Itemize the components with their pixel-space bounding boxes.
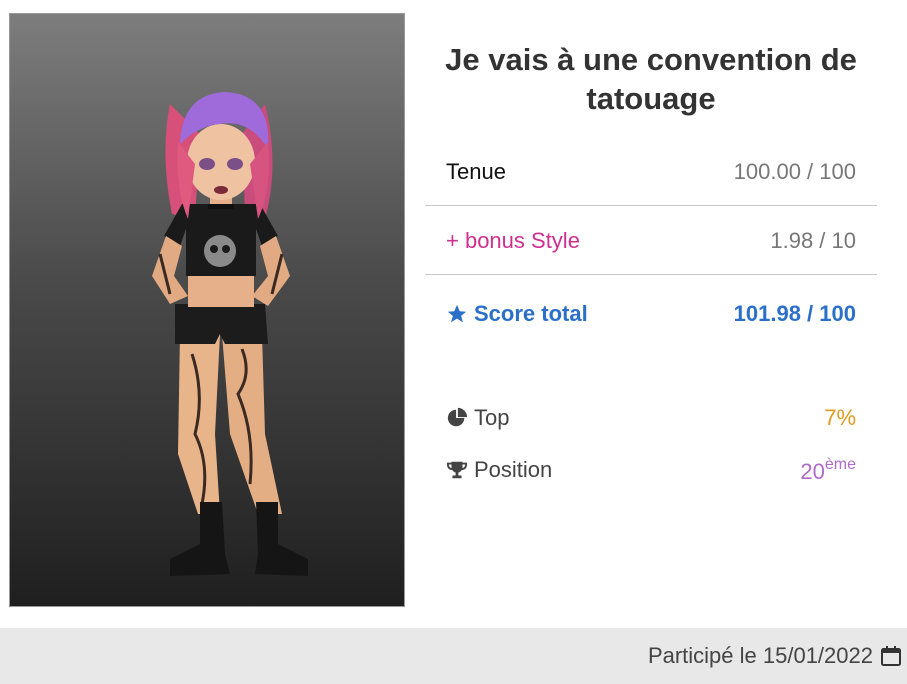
footer-bar: Participé le 15/01/2022 xyxy=(0,628,907,684)
position-stat: Position 20ème xyxy=(425,450,877,490)
position-label: Position xyxy=(474,457,553,482)
score-total-label: Score total xyxy=(474,301,588,326)
position-suffix: ème xyxy=(824,455,856,473)
position-label-group: Position xyxy=(446,457,552,483)
score-total-label-group: Score total xyxy=(446,301,588,327)
score-total-row: Score total 101.98 / 100 xyxy=(425,280,877,348)
position-number: 20 xyxy=(800,458,825,484)
top-label: Top xyxy=(474,405,510,430)
tenue-value: 100.00 / 100 xyxy=(733,158,856,184)
score-total-value: 101.98 / 100 xyxy=(733,301,856,326)
calendar-icon xyxy=(879,644,903,668)
avatar-panel xyxy=(9,13,405,607)
trophy-icon xyxy=(446,459,468,481)
bonus-row: + bonus Style 1.98 / 10 xyxy=(425,207,877,275)
bonus-value: 1.98 / 10 xyxy=(770,227,856,253)
pie-chart-icon xyxy=(446,407,468,429)
top-value: 7% xyxy=(824,405,856,430)
top-stat: Top 7% xyxy=(425,398,877,438)
bonus-label: + bonus Style xyxy=(446,227,580,253)
participation-date: Participé le 15/01/2022 xyxy=(647,643,873,668)
top-label-group: Top xyxy=(446,405,509,431)
tenue-label: Tenue xyxy=(446,158,506,184)
contest-title: Je vais à une convention de tatouage xyxy=(445,42,857,116)
avatar-image xyxy=(152,92,308,576)
position-value: 20ème xyxy=(800,456,856,485)
tenue-row: Tenue 100.00 / 100 xyxy=(425,138,877,206)
star-icon xyxy=(446,303,468,325)
